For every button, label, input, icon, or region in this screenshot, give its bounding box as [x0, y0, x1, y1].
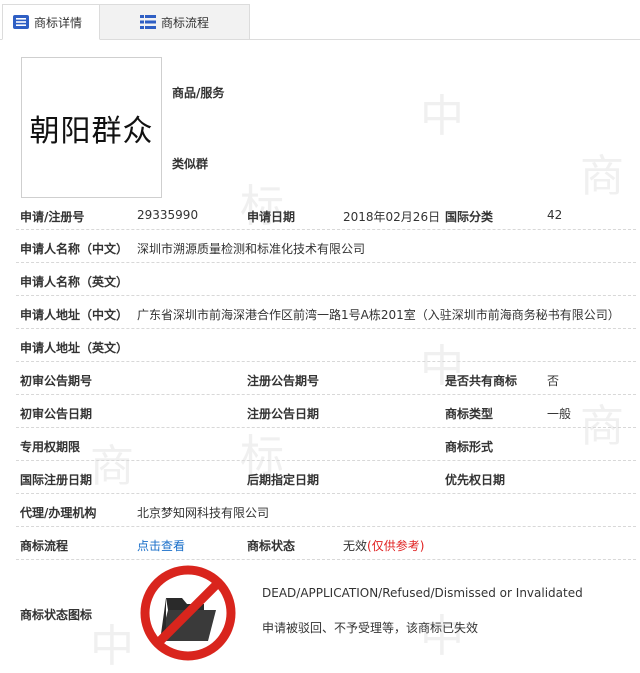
- grid-list-icon: [140, 15, 156, 29]
- intl-reg-date-label: 国际注册日期: [20, 473, 93, 487]
- applicant-cn-value: 深圳市溯源质量检测和标准化技术有限公司: [137, 242, 366, 256]
- status-value: 无效(仅供参考): [343, 537, 424, 554]
- watermark: 中: [90, 621, 134, 672]
- status-text: 无效: [343, 539, 368, 553]
- trademark-image: 朝阳群众: [21, 57, 162, 198]
- goods-services-label: 商品/服务: [172, 86, 225, 100]
- row-pub-date: 初审公告日期 注册公告日期 商标类型 一般: [16, 395, 636, 428]
- row-agent: 代理/办理机构 北京梦知网科技有限公司: [16, 494, 636, 527]
- row-pub-no: 初审公告期号 注册公告期号 是否共有商标 否: [16, 362, 636, 395]
- row-applicant-cn: 申请人名称（中文） 深圳市溯源质量检测和标准化技术有限公司: [16, 230, 636, 263]
- status-desc-cn: 申请被驳回、不予受理等，该商标已失效: [262, 621, 479, 635]
- row-exclusive-period: 专用权期限 商标形式: [16, 428, 636, 461]
- agent-label: 代理/办理机构: [20, 506, 97, 520]
- tab-label: 商标详情: [34, 15, 83, 30]
- watermark: 中: [420, 91, 464, 142]
- app-date-value: 2018年02月26日: [343, 210, 441, 224]
- app-date-label: 申请日期: [247, 210, 296, 224]
- watermark: 商: [580, 151, 624, 202]
- status-label: 商标状态: [247, 539, 296, 553]
- dead-status-icon: [140, 565, 236, 661]
- prelim-pub-no-label: 初审公告期号: [20, 374, 93, 388]
- row-address-cn: 申请人地址（中文） 广东省深圳市前海深港合作区前湾一路1号A栋201室（入驻深圳…: [16, 296, 636, 329]
- reg-no-value: 29335990: [137, 208, 199, 222]
- view-flow-link[interactable]: 点击查看: [137, 537, 185, 554]
- address-cn-value: 广东省深圳市前海深港合作区前湾一路1号A栋201室（入驻深圳市前海商务秘书有限公…: [137, 308, 620, 322]
- mark-form-label: 商标形式: [445, 440, 494, 454]
- row-address-en: 申请人地址（英文）: [16, 329, 636, 362]
- mark-type-value: 一般: [547, 407, 572, 421]
- reg-pub-no-label: 注册公告期号: [247, 374, 320, 388]
- tab-trademark-flow[interactable]: 商标流程: [100, 4, 250, 40]
- shared-value: 否: [547, 374, 560, 388]
- list-icon: [13, 15, 29, 29]
- prelim-pub-date-label: 初审公告日期: [20, 407, 93, 421]
- tab-trademark-details[interactable]: 商标详情: [2, 4, 100, 40]
- shared-label: 是否共有商标: [445, 374, 518, 388]
- reg-pub-date-label: 注册公告日期: [247, 407, 320, 421]
- status-icon-label: 商标状态图标: [20, 608, 93, 622]
- status-note: (仅供参考): [367, 539, 425, 553]
- later-designation-label: 后期指定日期: [247, 473, 320, 487]
- address-en-label: 申请人地址（英文）: [20, 341, 129, 355]
- applicant-en-label: 申请人名称（英文）: [20, 275, 129, 289]
- exclusive-period-label: 专用权期限: [20, 440, 81, 454]
- similar-group-label: 类似群: [172, 157, 209, 171]
- status-desc-en: DEAD/APPLICATION/Refused/Dismissed or In…: [262, 586, 583, 600]
- reg-no-label: 申请/注册号: [20, 210, 85, 224]
- tab-label: 商标流程: [161, 15, 210, 30]
- intl-class-value: 42: [547, 208, 563, 222]
- agent-value: 北京梦知网科技有限公司: [137, 506, 270, 520]
- row-flow-status: 商标流程 点击查看 商标状态 无效(仅供参考): [16, 527, 636, 560]
- flow-label: 商标流程: [20, 539, 69, 553]
- mark-type-label: 商标类型: [445, 407, 494, 421]
- intl-class-label: 国际分类: [445, 210, 494, 224]
- trademark-image-text: 朝阳群众: [29, 113, 154, 149]
- row-intl-reg-date: 国际注册日期 后期指定日期 优先权日期: [16, 461, 636, 494]
- row-reg-no: 申请/注册号 29335990 申请日期 2018年02月26日 国际分类 42: [16, 200, 636, 230]
- priority-date-label: 优先权日期: [445, 473, 506, 487]
- address-cn-label: 申请人地址（中文）: [20, 308, 129, 322]
- row-applicant-en: 申请人名称（英文）: [16, 263, 636, 296]
- applicant-cn-label: 申请人名称（中文）: [20, 242, 129, 256]
- tab-bar: 商标详情 商标流程: [0, 0, 640, 40]
